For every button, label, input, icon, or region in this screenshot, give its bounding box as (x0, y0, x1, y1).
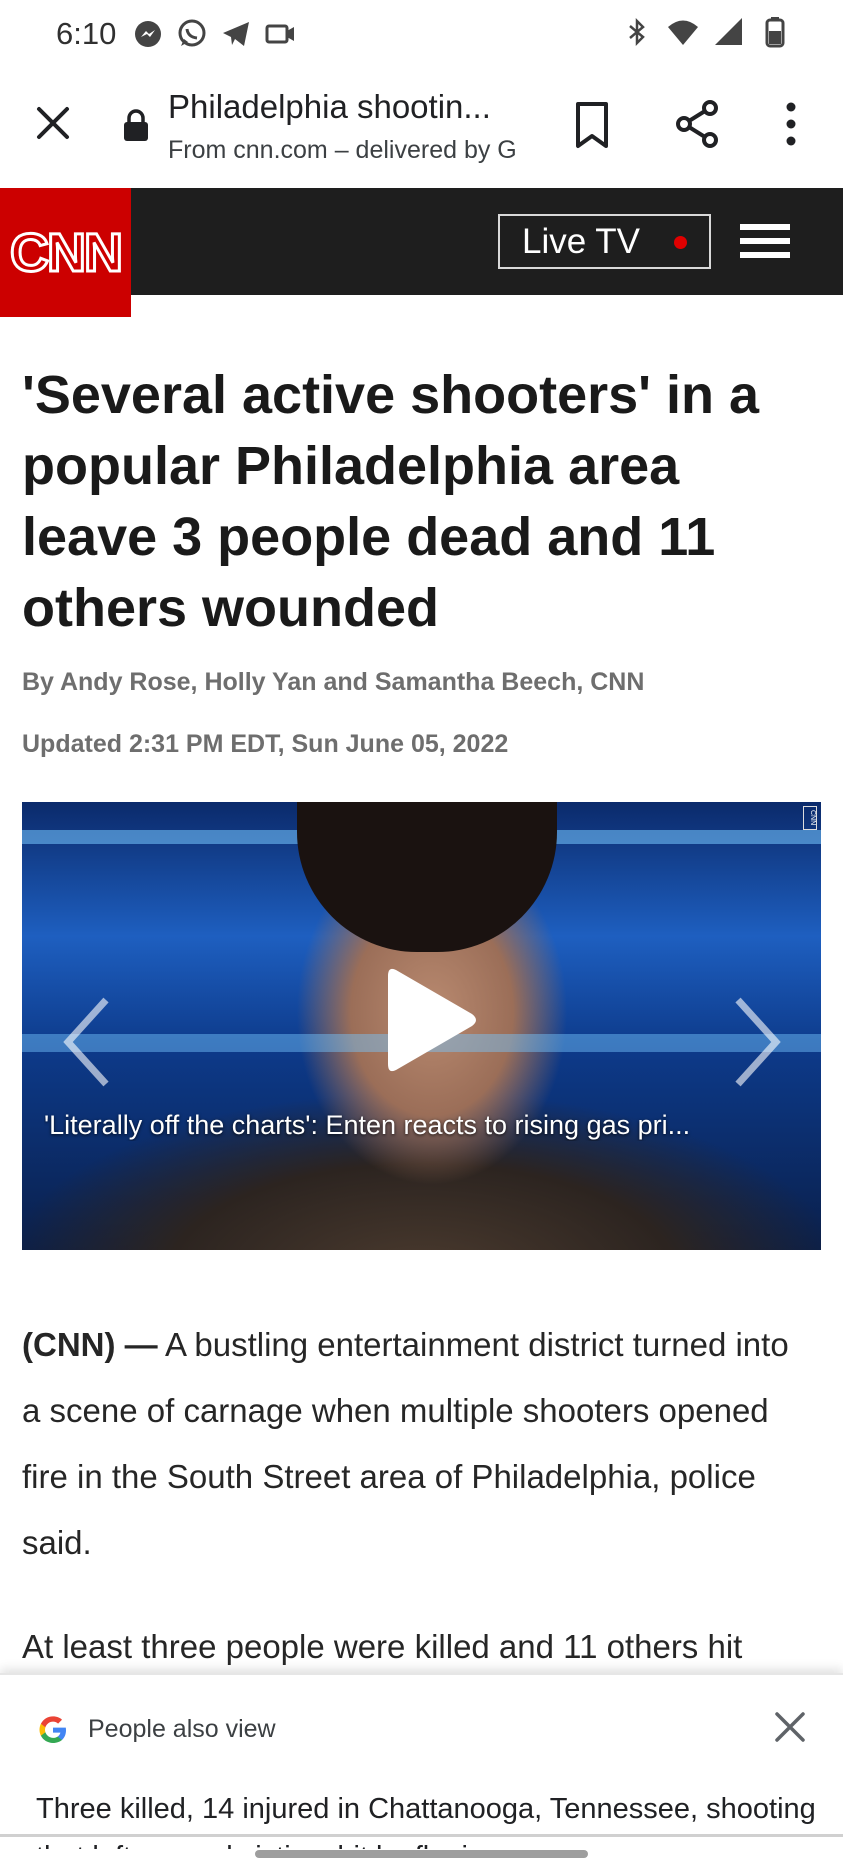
status-time: 6:10 (56, 16, 117, 51)
close-icon[interactable] (772, 1709, 808, 1745)
gesture-nav-handle[interactable] (255, 1850, 588, 1858)
people-also-view-label: People also view (88, 1715, 276, 1743)
bluetooth-icon (629, 17, 645, 47)
video-icon (265, 24, 294, 44)
more-vert-icon[interactable] (776, 98, 806, 150)
chevron-right-icon[interactable] (728, 992, 788, 1092)
video-thumbnail-figure (297, 802, 557, 952)
messenger-icon (135, 21, 161, 47)
article-paragraph: (CNN) — A bustling entertainment distric… (22, 1312, 812, 1576)
system-icons (621, 16, 791, 48)
video-watermark: CNN (803, 806, 817, 830)
page-origin[interactable]: From cnn.com – delivered by G (168, 136, 522, 165)
page-title[interactable]: Philadelphia shootin... (168, 88, 536, 126)
telegram-icon (223, 22, 249, 46)
suggested-article-link[interactable]: Three killed, 14 injured in Chattanooga,… (36, 1785, 816, 1849)
video-caption: 'Literally off the charts': Enten reacts… (44, 1110, 691, 1140)
live-tv-label: Live TV (522, 221, 641, 261)
cnn-logo[interactable]: CNN (0, 188, 131, 317)
live-dot-icon (674, 236, 687, 249)
lock-icon[interactable] (122, 108, 150, 142)
article-headline: 'Several active shooters' in a popular P… (22, 365, 760, 638)
signal-icon (715, 18, 742, 45)
status-bar: 6:10 (0, 0, 843, 72)
article-byline: By Andy Rose, Holly Yan and Samantha Bee… (22, 668, 645, 696)
battery-icon (765, 17, 785, 48)
cnn-logo-text: CNN (9, 221, 125, 284)
menu-icon[interactable] (740, 224, 790, 262)
wifi-icon (668, 20, 698, 45)
notification-icons (132, 18, 296, 50)
bookmark-icon[interactable] (568, 98, 616, 152)
article-timestamp: Updated 2:31 PM EDT, Sun June 05, 2022 (22, 730, 509, 758)
video-player[interactable]: CNN 'Literally off the charts': Enten re… (22, 802, 821, 1250)
play-icon[interactable] (374, 960, 484, 1080)
dateline: (CNN) — (22, 1326, 158, 1363)
custom-tab-toolbar: Philadelphia shootin... From cnn.com – d… (0, 72, 843, 188)
article-paragraph: At least three people were killed and 11… (22, 1628, 743, 1665)
whatsapp-icon (178, 19, 206, 47)
google-g-icon (39, 1716, 66, 1743)
share-icon[interactable] (672, 98, 724, 150)
people-also-view-sheet[interactable]: People also view Three killed, 14 injure… (0, 1673, 843, 1873)
live-tv-button[interactable]: Live TV (498, 214, 711, 269)
chevron-left-icon[interactable] (56, 992, 116, 1092)
close-icon[interactable] (30, 100, 76, 146)
divider (0, 1834, 843, 1837)
